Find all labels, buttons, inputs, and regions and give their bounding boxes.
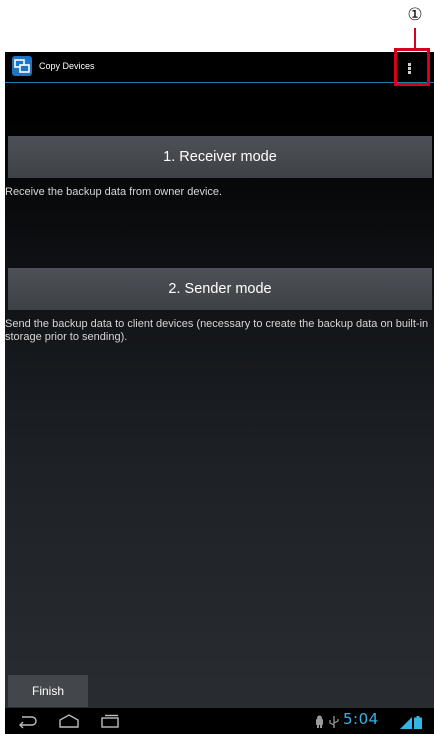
status-clock: 5:04 [343, 710, 379, 728]
app-icon[interactable] [12, 56, 32, 76]
signal-icon [400, 714, 412, 733]
battery-icon [414, 714, 422, 733]
sender-mode-description: Send the backup data to client devices (… [5, 318, 429, 343]
usb-icon [329, 714, 339, 733]
callout-highlight-box [394, 48, 430, 86]
recent-apps-icon[interactable] [99, 713, 121, 733]
android-debug-icon [314, 714, 325, 733]
callout-number: ① [407, 5, 423, 25]
app-title: Copy Devices [39, 61, 95, 71]
finish-button[interactable]: Finish [8, 675, 88, 707]
back-icon[interactable] [17, 713, 39, 733]
sender-mode-button[interactable]: 2. Sender mode [8, 268, 432, 310]
action-bar: Copy Devices [5, 52, 434, 83]
receiver-mode-description: Receive the backup data from owner devic… [5, 186, 223, 198]
receiver-mode-button[interactable]: 1. Receiver mode [8, 136, 432, 178]
device-screen: Copy Devices 1. Receiver mode Receive th… [5, 52, 434, 734]
home-icon[interactable] [58, 713, 80, 733]
system-navigation-bar: 5:04 [5, 708, 434, 734]
callout-line [414, 28, 416, 49]
